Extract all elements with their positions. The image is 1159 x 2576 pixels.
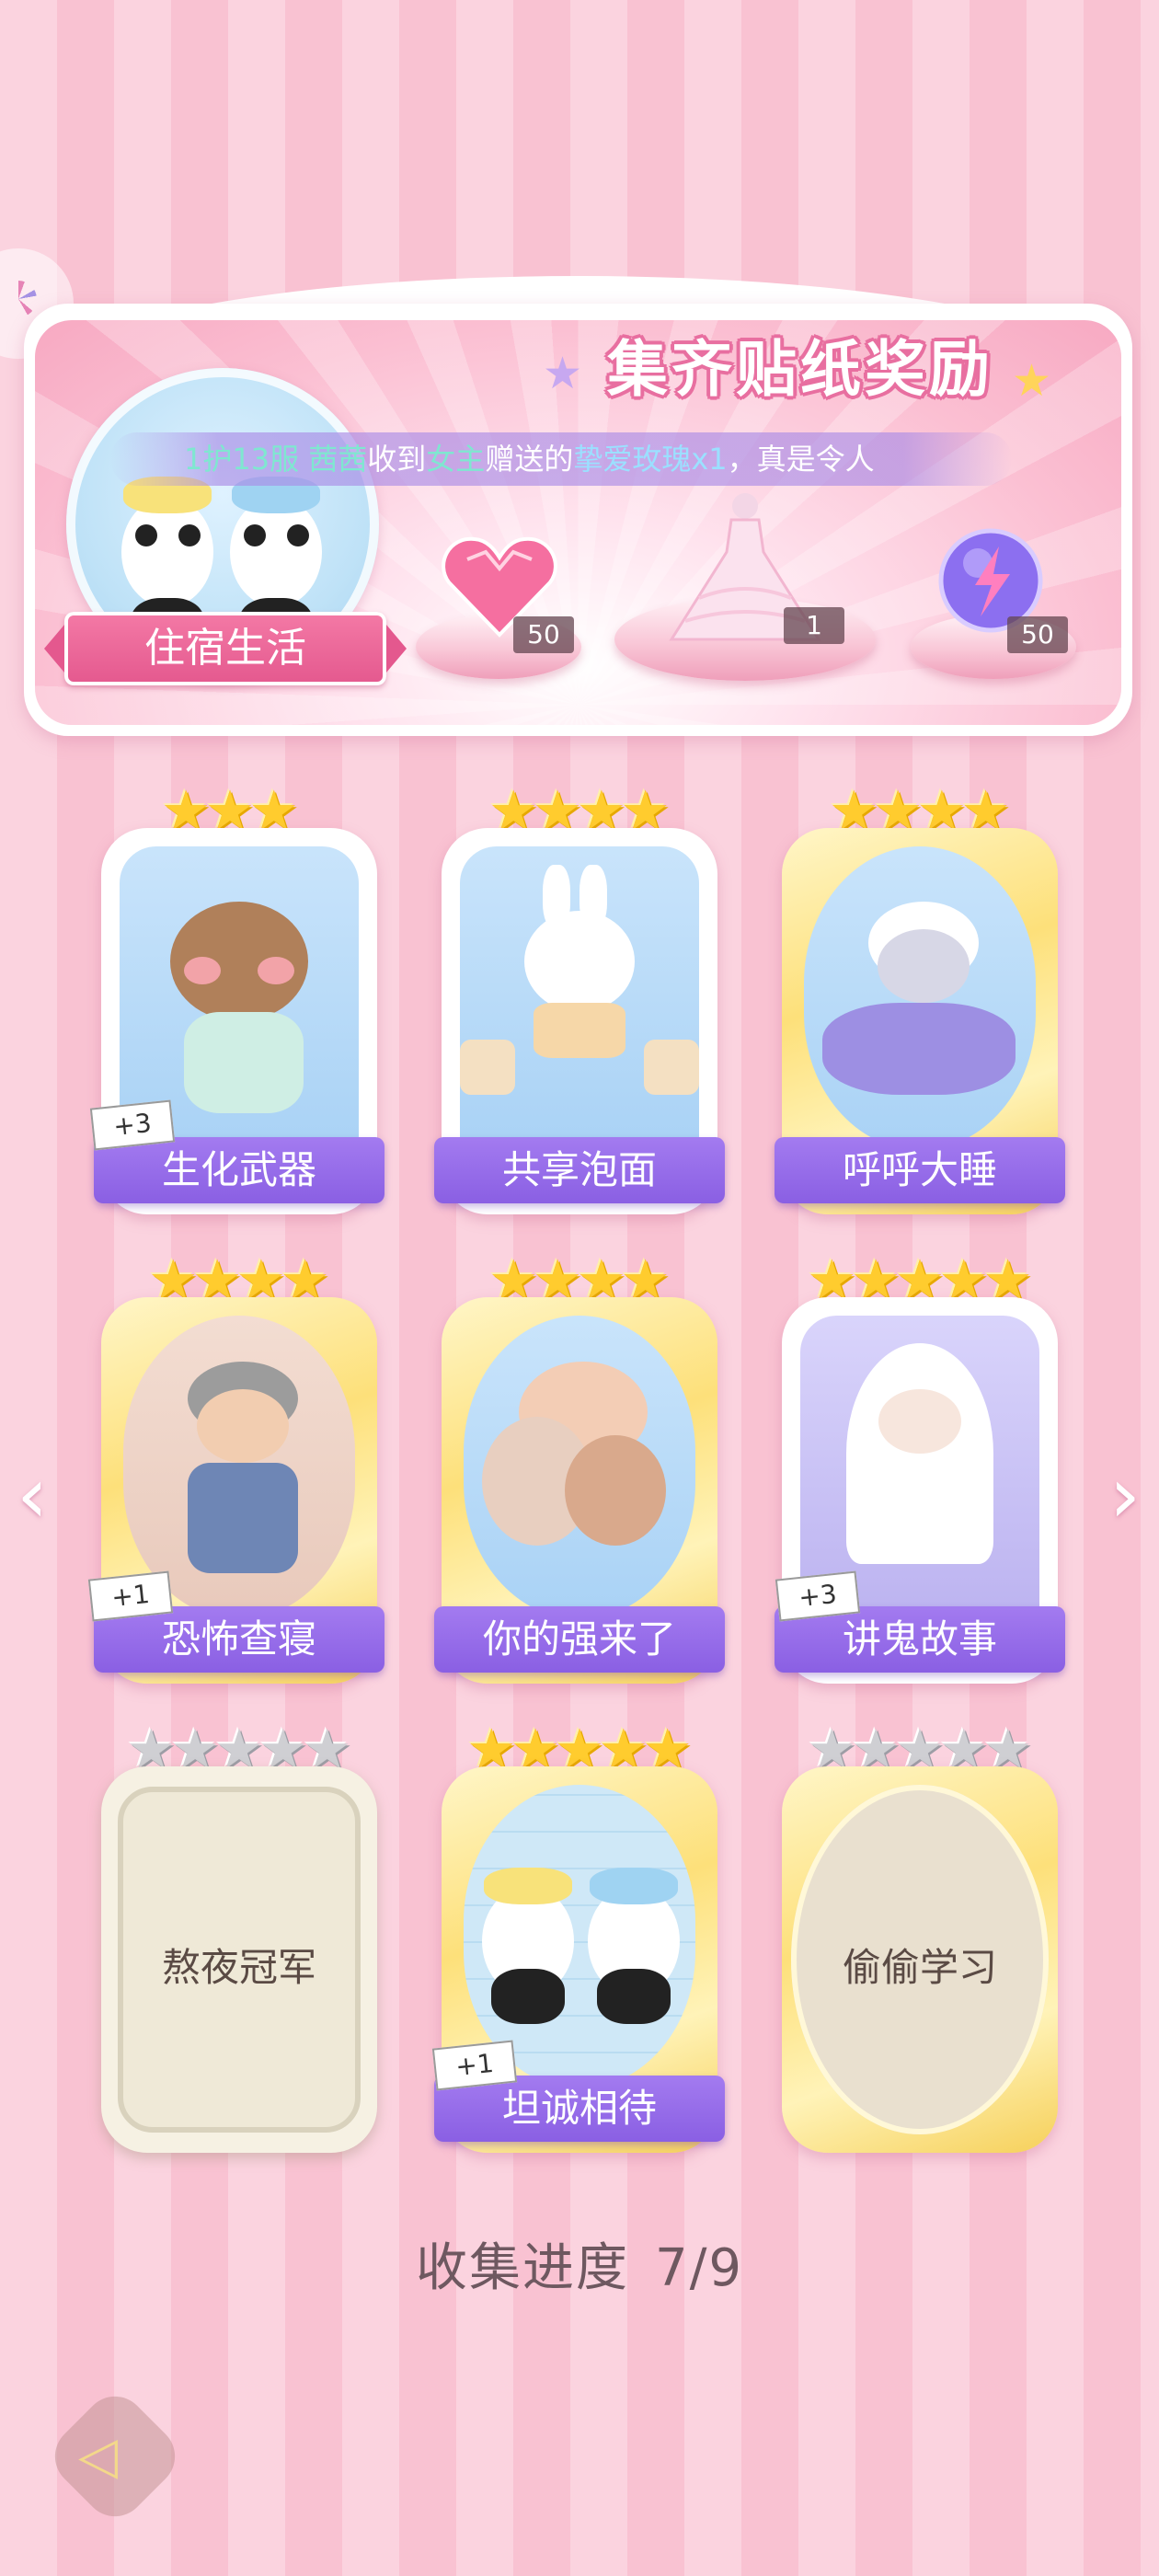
sticker-card[interactable]: 讲鬼故事 [775,1297,1065,1684]
marquee-target: 女主 [426,442,486,477]
sticker-card[interactable]: 恐怖查寝 [94,1297,384,1684]
sticker-card[interactable]: 共享泡面 [434,828,725,1214]
sticker-card[interactable]: 生化武器 [94,828,384,1214]
star-decoration-icon: ★ [543,348,583,399]
sticker-title: 生化武器 [94,1137,384,1203]
reward-count: 50 [1007,616,1068,653]
sticker-title: 偷偷学习 [842,1945,997,1990]
marquee-part: ，真是令人 [727,442,875,477]
sticker-art [464,1316,695,1619]
duplicate-count: +1 [431,2040,518,2091]
sticker-title: 你的强来了 [434,1606,725,1673]
duplicate-count: +3 [89,1099,176,1151]
marquee-part: 赠送的 [485,442,574,477]
chevron-right-icon[interactable]: › [1102,1449,1148,1541]
broadcast-marquee: 1护13服 茜茜收到女主赠送的挚爱玫瑰x1，真是令人 [110,432,1012,486]
sticker-art [804,846,1036,1150]
sticker-card-locked[interactable]: 偷偷学习 [782,1766,1058,2153]
marquee-part: 收到 [367,442,427,477]
reward-count: 1 [784,607,844,644]
sticker-title: 熬夜冠军 [161,1945,316,1990]
star-decoration-icon: ★ [1012,355,1052,407]
progress-label: 收集进度 [415,2238,629,2298]
sticker-card[interactable]: 坦诚相待 [434,1766,725,2153]
fan-icon [0,281,37,317]
album-title: 住宿生活 [44,612,407,685]
sticker-card[interactable]: 呼呼大睡 [775,828,1065,1214]
sticker-card-locked[interactable]: 熬夜冠军 [101,1766,377,2153]
reward-count: 50 [513,616,574,653]
sticker-title: 呼呼大睡 [775,1137,1065,1203]
collection-progress: 收集进度 7/9 [0,2226,1159,2301]
back-button[interactable]: ◁ [41,2383,189,2530]
back-arrow-icon: ◁ [78,2426,119,2486]
banner-title: 集齐贴纸奖励 [607,334,993,405]
sticker-art [460,846,699,1150]
marquee-gift: 挚爱玫瑰x1 [573,442,728,477]
duplicate-count: +1 [87,1570,174,1622]
marquee-player: 茜茜 [308,442,368,477]
progress-value: 7/9 [654,2238,744,2298]
duplicate-count: +3 [775,1570,861,1622]
marquee-part: 1护13服 [184,442,309,477]
sticker-title: 共享泡面 [434,1137,725,1203]
sticker-card[interactable]: 你的强来了 [434,1297,725,1684]
chevron-left-icon[interactable]: ‹ [9,1449,55,1541]
